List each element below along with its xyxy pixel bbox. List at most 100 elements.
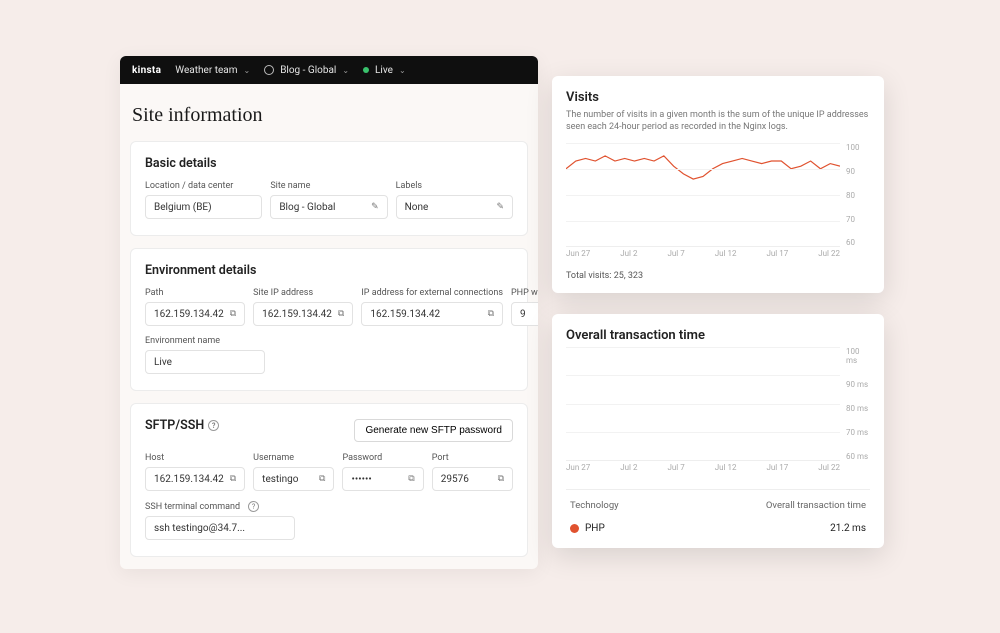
basic-details-card: Basic details Location / data center Bel… xyxy=(130,141,528,236)
location-value: Belgium (BE) xyxy=(154,202,212,213)
site-dropdown[interactable]: Blog - Global ⌄ xyxy=(264,65,349,76)
axis-tick: Jul 22 xyxy=(818,463,840,475)
transaction-title: Overall transaction time xyxy=(566,328,870,343)
location-label: Location / data center xyxy=(145,181,262,191)
sitename-field[interactable]: Blog - Global ✎ xyxy=(270,195,387,219)
password-label: Password xyxy=(342,453,423,463)
sshcmd-value: ssh testingo@34.7... xyxy=(154,523,245,534)
siteip-label: Site IP address xyxy=(253,288,353,298)
axis-tick: Jul 12 xyxy=(715,249,737,261)
username-field[interactable]: testingo ⧉ xyxy=(253,467,334,491)
axis-tick: Jul 7 xyxy=(667,463,684,475)
status-dot-icon xyxy=(363,67,369,73)
visits-title: Visits xyxy=(566,90,870,105)
sftp-heading: SFTP/SSH ? xyxy=(145,418,219,433)
sshcmd-field[interactable]: ssh testingo@34.7... xyxy=(145,516,295,540)
visits-total: Total visits: 25, 323 xyxy=(566,271,870,281)
location-field[interactable]: Belgium (BE) xyxy=(145,195,262,219)
axis-tick: 70 xyxy=(846,215,870,224)
labels-label: Labels xyxy=(396,181,513,191)
siteip-value: 162.159.134.42 xyxy=(262,309,332,320)
port-label: Port xyxy=(432,453,513,463)
username-label: Username xyxy=(253,453,334,463)
wordpress-icon xyxy=(264,65,274,75)
tech-name: PHP xyxy=(585,523,605,534)
copy-icon[interactable]: ⧉ xyxy=(230,309,236,319)
site-info-panel: kinsta Weather team ⌄ Blog - Global ⌄ Li… xyxy=(120,56,538,569)
chevron-down-icon: ⌄ xyxy=(342,66,349,75)
axis-tick: 60 ms xyxy=(846,452,870,461)
path-label: Path xyxy=(145,288,245,298)
chevron-down-icon: ⌄ xyxy=(399,66,406,75)
password-value: •••••• xyxy=(351,474,371,485)
generate-sftp-password-button[interactable]: Generate new SFTP password xyxy=(354,419,513,442)
copy-icon[interactable]: ⧉ xyxy=(338,309,344,319)
host-field[interactable]: 162.159.134.42 ⧉ xyxy=(145,467,245,491)
axis-tick: Jul 2 xyxy=(620,249,637,261)
extip-field[interactable]: 162.159.134.42 ⧉ xyxy=(361,302,503,326)
time-col-header: Overall transaction time xyxy=(766,500,866,511)
help-icon[interactable]: ? xyxy=(248,501,259,512)
team-dropdown[interactable]: Weather team ⌄ xyxy=(175,65,250,76)
chevron-down-icon: ⌄ xyxy=(243,66,250,75)
transaction-card: Overall transaction time 100 ms 90 ms 80 m… xyxy=(552,314,884,548)
phpw-value: 9 xyxy=(520,309,526,320)
envname-label: Environment name xyxy=(145,336,265,346)
env-dropdown[interactable]: Live ⌄ xyxy=(363,65,406,76)
visits-total-value: 25, 323 xyxy=(614,271,643,281)
extip-label: IP address for external connections xyxy=(361,288,503,298)
brand-logo: kinsta xyxy=(132,65,161,76)
axis-tick: Jun 27 xyxy=(566,463,590,475)
basic-details-heading: Basic details xyxy=(145,156,513,171)
extip-value: 162.159.134.42 xyxy=(370,309,440,320)
help-icon[interactable]: ? xyxy=(208,420,219,431)
edit-icon[interactable]: ✎ xyxy=(371,202,379,212)
sshcmd-label: SSH terminal command ? xyxy=(145,501,295,512)
site-dropdown-label: Blog - Global xyxy=(280,65,336,76)
transaction-chart: 100 ms 90 ms 80 ms 70 ms 60 ms Jun 27 Jul 2 Ju… xyxy=(566,347,870,475)
axis-tick: Jun 27 xyxy=(566,249,590,261)
axis-tick: 90 ms xyxy=(846,380,870,389)
copy-icon[interactable]: ⧉ xyxy=(319,474,325,484)
axis-tick: 80 xyxy=(846,191,870,200)
visits-chart: 10090807060 Jun 27Jul 2Jul 7Jul 12Jul 17… xyxy=(566,143,870,261)
siteip-field[interactable]: 162.159.134.42 ⧉ xyxy=(253,302,353,326)
host-label: Host xyxy=(145,453,245,463)
port-field[interactable]: 29576 ⧉ xyxy=(432,467,513,491)
axis-tick: 90 xyxy=(846,167,870,176)
labels-value: None xyxy=(405,202,429,213)
copy-icon[interactable]: ⧉ xyxy=(230,474,236,484)
sitename-value: Blog - Global xyxy=(279,202,335,213)
axis-tick: 60 xyxy=(846,238,870,247)
axis-tick: 80 ms xyxy=(846,404,870,413)
axis-tick: Jul 17 xyxy=(766,463,788,475)
axis-tick: Jul 22 xyxy=(818,249,840,261)
environment-details-heading: Environment details xyxy=(145,263,513,278)
sftp-ssh-card: SFTP/SSH ? Generate new SFTP password Ho… xyxy=(130,403,528,557)
color-swatch xyxy=(570,524,579,533)
username-value: testingo xyxy=(262,474,298,485)
sftp-heading-text: SFTP/SSH xyxy=(145,418,204,433)
copy-icon[interactable]: ⧉ xyxy=(488,309,494,319)
axis-tick: Jul 2 xyxy=(620,463,637,475)
visits-card: Visits The number of visits in a given m… xyxy=(552,76,884,293)
copy-icon[interactable]: ⧉ xyxy=(408,474,414,484)
edit-icon[interactable]: ✎ xyxy=(496,202,504,212)
axis-tick: 70 ms xyxy=(846,428,870,437)
sshcmd-label-text: SSH terminal command xyxy=(145,502,240,512)
visits-total-label: Total visits: xyxy=(566,271,611,281)
labels-field[interactable]: None ✎ xyxy=(396,195,513,219)
axis-tick: Jul 12 xyxy=(715,463,737,475)
password-field[interactable]: •••••• ⧉ xyxy=(342,467,423,491)
host-value: 162.159.134.42 xyxy=(154,474,224,485)
axis-tick: 100 ms xyxy=(846,347,870,365)
envname-field[interactable]: Live xyxy=(145,350,265,374)
envname-value: Live xyxy=(154,357,172,368)
environment-details-card: Environment details Path 162.159.134.42 … xyxy=(130,248,528,391)
axis-tick: 100 xyxy=(846,143,870,152)
copy-icon[interactable]: ⧉ xyxy=(498,474,504,484)
tech-table-header: Technology Overall transaction time xyxy=(566,489,870,519)
path-field[interactable]: 162.159.134.42 ⧉ xyxy=(145,302,245,326)
phpw-field[interactable]: 9 xyxy=(511,302,538,326)
path-value: 162.159.134.42 xyxy=(154,309,224,320)
